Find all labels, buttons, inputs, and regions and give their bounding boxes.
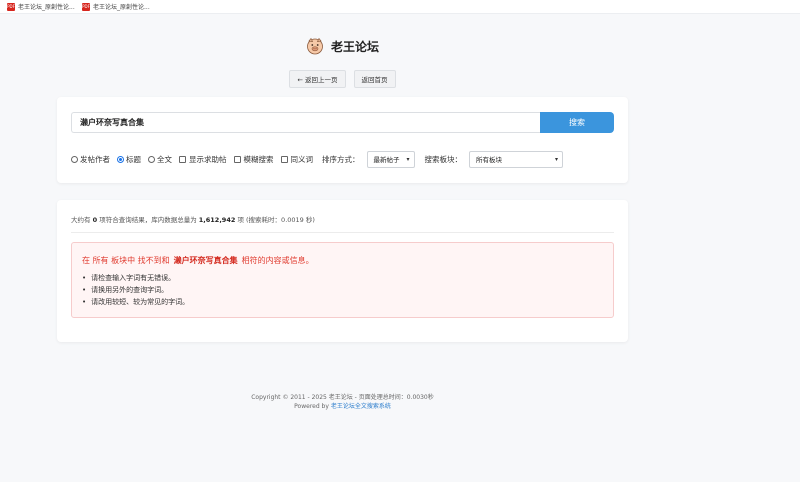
search-input[interactable] [71, 112, 540, 133]
browser-tab[interactable]: PDF 老王论坛_原創性论... [7, 1, 75, 12]
radio-circle[interactable] [117, 155, 124, 163]
not-found-suffix: 相符的内容或信息。 [241, 256, 314, 265]
radio-fulltext[interactable]: 全文 [148, 154, 172, 165]
browser-tab[interactable]: PDF 老王论坛_原創性论... [82, 1, 150, 12]
powered-prefix: Powered by [294, 403, 329, 410]
board-select-value: 所有板块 [476, 156, 502, 164]
copyright: Copyright © 2011 - 2025 老王论坛 - 页面处理总时间：0… [251, 394, 434, 401]
list-item: 请改用较短、较为常见的字词。 [82, 296, 189, 308]
checkbox-box[interactable] [233, 155, 241, 163]
footer: Copyright © 2011 - 2025 老王论坛 - 页面处理总时间：0… [0, 393, 685, 411]
powered-by: Powered by 老王论坛全文搜索系统 [0, 402, 685, 411]
chevron-down-icon: ▾ [406, 155, 410, 163]
checkbox-help-posts[interactable]: 显示求助帖 [179, 154, 227, 165]
radio-author-label: 发帖作者 [80, 154, 110, 164]
sort-select[interactable]: 最新帖子 ▾ [366, 150, 415, 168]
not-found-prefix: 在 所有 板块中 找不到和 [82, 256, 170, 265]
tab-title: 老王论坛_原創性论... [18, 4, 75, 11]
chevron-down-icon: ▾ [554, 155, 558, 163]
nav-buttons: ← 返回上一页 返回首页 [0, 70, 685, 88]
radio-circle[interactable] [148, 155, 155, 163]
checkbox-box[interactable] [179, 155, 186, 163]
divider [71, 232, 614, 233]
site-header: 老王论坛 [0, 37, 685, 55]
powered-link[interactable]: 老王论坛全文搜索系统 [331, 403, 391, 410]
stats-prefix: 大约有 [71, 216, 91, 224]
site-title: 老王论坛 [330, 39, 379, 54]
checkbox-fuzzy[interactable]: 模糊搜索 [233, 154, 274, 165]
result-panel: 大约有 0 项符合查询结果，库内数据总量为 1,612,942 项 (搜索耗时：… [57, 200, 628, 342]
board-label: 搜索板块： [424, 154, 463, 164]
checkbox-help-label: 显示求助帖 [189, 154, 227, 164]
total-count: 1,612,942 [198, 216, 236, 224]
tab-title: 老王论坛_原創性论... [93, 4, 150, 11]
checkbox-box[interactable] [280, 155, 288, 163]
list-item: 请检查输入字词有无错误。 [82, 272, 189, 284]
pdf-file-icon: PDF [7, 2, 15, 11]
radio-fulltext-label: 全文 [157, 154, 172, 164]
result-stats: 大约有 0 项符合查询结果，库内数据总量为 1,612,942 项 (搜索耗时：… [71, 214, 315, 224]
not-found-title: 在 所有 板块中 找不到和 濑户环奈写真合集 相符的内容或信息。 [82, 255, 314, 266]
suggestion-list: 请检查输入字词有无错误。 请换用另外的查询字词。 请改用较短、较为常见的字词。 [82, 272, 189, 308]
search-panel: 搜索 发帖作者 标题 全文 显示求助帖 模糊搜索 同义词 排序方式： 最新帖子 [57, 97, 628, 183]
home-button[interactable]: 返回首页 [353, 70, 396, 88]
stats-suffix: 项 (搜索耗时：0.0019 秒) [237, 216, 315, 224]
result-count: 0 [92, 216, 98, 224]
checkbox-synonym-label: 同义词 [290, 154, 314, 164]
radio-author[interactable]: 发帖作者 [71, 154, 110, 165]
checkbox-synonym[interactable]: 同义词 [280, 154, 314, 165]
sort-label: 排序方式： [322, 154, 360, 164]
pig-face-icon [306, 37, 324, 55]
back-button[interactable]: ← 返回上一页 [289, 70, 346, 88]
board-select[interactable]: 所有板块 ▾ [469, 150, 563, 168]
search-options: 发帖作者 标题 全文 显示求助帖 模糊搜索 同义词 排序方式： 最新帖子 ▾ 搜… [71, 150, 571, 168]
not-found-keyword: 濑户环奈写真合集 [173, 256, 238, 265]
browser-tab-bar: PDF 老王论坛_原創性论... PDF 老王论坛_原創性论... [0, 0, 800, 14]
list-item: 请换用另外的查询字词。 [82, 284, 189, 296]
not-found-alert: 在 所有 板块中 找不到和濑户环奈写真合集相符的内容或信息。 请检查输入字词有无… [71, 242, 614, 318]
stats-mid: 项符合查询结果，库内数据总量为 [99, 216, 197, 224]
sort-select-value: 最新帖子 [373, 156, 400, 164]
radio-title[interactable]: 标题 [117, 154, 141, 165]
radio-circle[interactable] [71, 155, 78, 163]
search-button[interactable]: 搜索 [540, 112, 614, 133]
pdf-file-icon: PDF [82, 2, 90, 11]
radio-title-label: 标题 [126, 154, 141, 164]
checkbox-fuzzy-label: 模糊搜索 [243, 154, 274, 164]
